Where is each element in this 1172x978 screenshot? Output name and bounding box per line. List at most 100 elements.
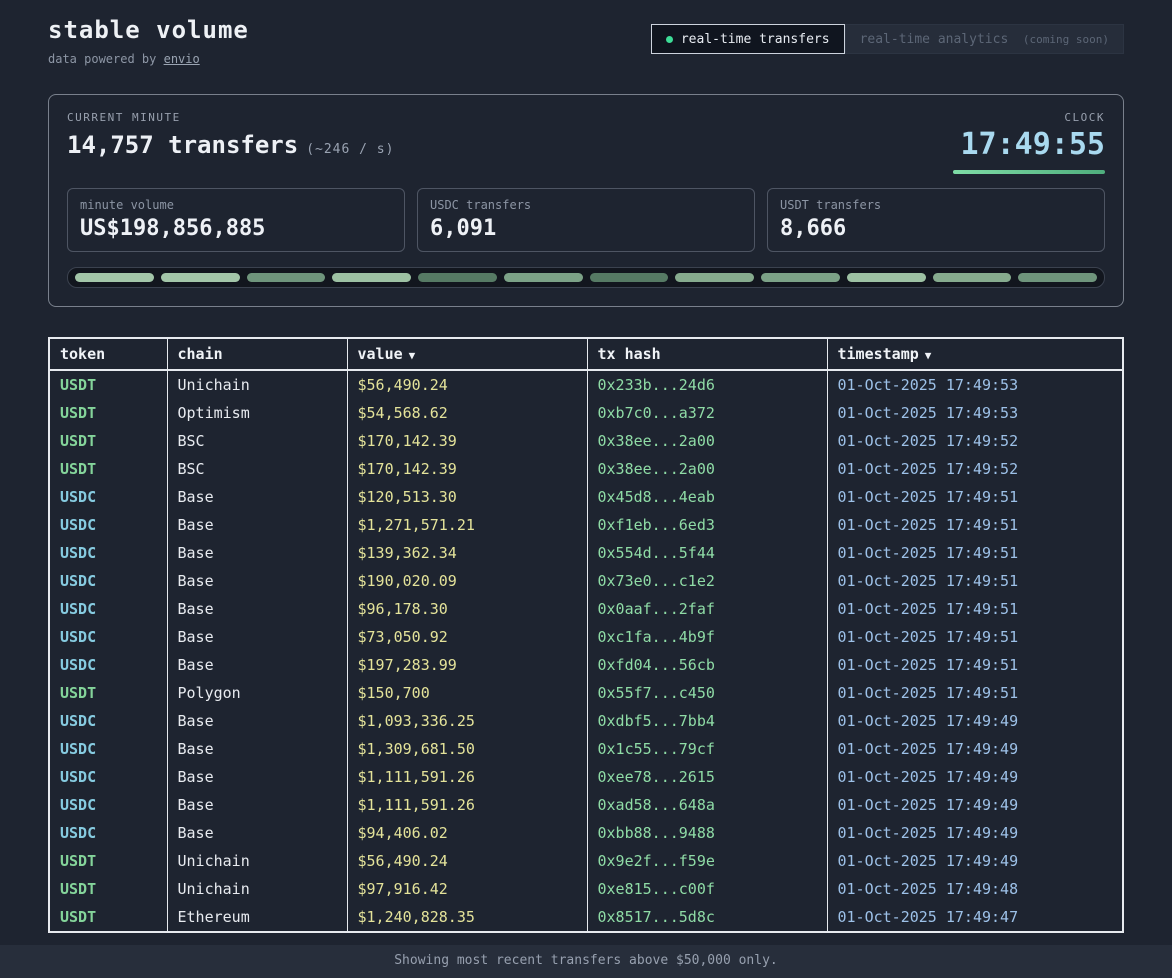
token-cell: USDC (49, 763, 167, 791)
chain-cell: Unichain (167, 847, 347, 875)
card-label: USDT transfers (780, 198, 1092, 212)
col-token: token (49, 338, 167, 370)
activity-segment (247, 273, 326, 282)
value-cell: $190,020.09 (347, 567, 587, 595)
clock-time: 17:49:55 (953, 128, 1105, 161)
col-tx-hash: tx hash (587, 338, 827, 370)
tx-hash-cell: 0x38ee...2a00 (587, 455, 827, 483)
tx-hash-cell: 0x73e0...c1e2 (587, 567, 827, 595)
token-cell: USDC (49, 707, 167, 735)
view-tabs: real-time transfersreal-time analytics (… (651, 24, 1124, 54)
table-row: USDCBase$1,111,591.260xee78...261501-Oct… (49, 763, 1123, 791)
timestamp-cell: 01-Oct-2025 17:49:48 (827, 875, 1123, 903)
chain-cell: Base (167, 735, 347, 763)
col-label: timestamp (838, 345, 919, 363)
token-cell: USDC (49, 595, 167, 623)
chain-cell: Base (167, 623, 347, 651)
envio-link[interactable]: envio (164, 52, 200, 66)
table-row: USDCBase$1,271,571.210xf1eb...6ed301-Oct… (49, 511, 1123, 539)
col-timestamp[interactable]: timestamp ▼ (827, 338, 1123, 370)
timestamp-cell: 01-Oct-2025 17:49:49 (827, 847, 1123, 875)
value-cell: $1,240,828.35 (347, 903, 587, 932)
value-cell: $1,093,336.25 (347, 707, 587, 735)
tx-hash-cell: 0xe815...c00f (587, 875, 827, 903)
col-label: tx hash (598, 345, 661, 363)
chain-cell: Optimism (167, 399, 347, 427)
value-cell: $1,111,591.26 (347, 763, 587, 791)
header-row: token chain value▼ tx hash timestamp ▼ (49, 338, 1123, 370)
timestamp-cell: 01-Oct-2025 17:49:51 (827, 651, 1123, 679)
token-cell: USDT (49, 427, 167, 455)
table-body: USDTUnichain$56,490.240x233b...24d601-Oc… (49, 370, 1123, 932)
table-row: USDCBase$94,406.020xbb88...948801-Oct-20… (49, 819, 1123, 847)
transfers-rate: (~246 / s) (306, 142, 394, 157)
timestamp-cell: 01-Oct-2025 17:49:49 (827, 791, 1123, 819)
chain-cell: Unichain (167, 370, 347, 399)
value-cell: $54,568.62 (347, 399, 587, 427)
chain-cell: BSC (167, 427, 347, 455)
token-cell: USDT (49, 399, 167, 427)
activity-segment (418, 273, 497, 282)
tx-hash-cell: 0xfd04...56cb (587, 651, 827, 679)
token-cell: USDT (49, 847, 167, 875)
timestamp-cell: 01-Oct-2025 17:49:51 (827, 511, 1123, 539)
value-cell: $73,050.92 (347, 623, 587, 651)
activity-segment (847, 273, 926, 282)
token-cell: USDT (49, 679, 167, 707)
table-row: USDCBase$190,020.090x73e0...c1e201-Oct-2… (49, 567, 1123, 595)
transfers-count-line: 14,757 transfers(~246 / s) (67, 131, 394, 159)
timestamp-cell: 01-Oct-2025 17:49:49 (827, 819, 1123, 847)
value-cell: $197,283.99 (347, 651, 587, 679)
timestamp-cell: 01-Oct-2025 17:49:51 (827, 595, 1123, 623)
chain-cell: Base (167, 791, 347, 819)
col-label: chain (178, 345, 223, 363)
timestamp-cell: 01-Oct-2025 17:49:51 (827, 483, 1123, 511)
table-row: USDCBase$1,093,336.250xdbf5...7bb401-Oct… (49, 707, 1123, 735)
timestamp-cell: 01-Oct-2025 17:49:49 (827, 707, 1123, 735)
card-label: minute volume (80, 198, 392, 212)
col-value[interactable]: value▼ (347, 338, 587, 370)
value-cell: $94,406.02 (347, 819, 587, 847)
col-label: value (358, 345, 403, 363)
table-row: USDCBase$197,283.990xfd04...56cb01-Oct-2… (49, 651, 1123, 679)
timestamp-cell: 01-Oct-2025 17:49:49 (827, 763, 1123, 791)
tx-hash-cell: 0x38ee...2a00 (587, 427, 827, 455)
tab-real-time-transfers[interactable]: real-time transfers (651, 24, 845, 54)
sort-arrow-icon: ▼ (925, 349, 932, 362)
powered-by: data powered by envio (48, 52, 249, 66)
current-minute-label: CURRENT MINUTE (67, 111, 394, 124)
table-row: USDTBSC$170,142.390x38ee...2a0001-Oct-20… (49, 427, 1123, 455)
chain-cell: Base (167, 707, 347, 735)
timestamp-cell: 01-Oct-2025 17:49:51 (827, 567, 1123, 595)
tx-hash-cell: 0x1c55...79cf (587, 735, 827, 763)
transfers-summary: CURRENT MINUTE 14,757 transfers(~246 / s… (67, 111, 394, 159)
token-cell: USDT (49, 903, 167, 932)
table-row: USDCBase$139,362.340x554d...5f4401-Oct-2… (49, 539, 1123, 567)
token-cell: USDC (49, 651, 167, 679)
top-bar: stable volume data powered by envio real… (48, 16, 1124, 66)
value-cell: $1,271,571.21 (347, 511, 587, 539)
minute-volume-card: minute volume US$198,856,885 (67, 188, 405, 252)
chain-cell: BSC (167, 455, 347, 483)
value-cell: $120,513.30 (347, 483, 587, 511)
token-cell: USDT (49, 875, 167, 903)
transfers-table: tokenchainvalue▼tx hashtimestamp▼ USDTUn… (48, 337, 1124, 933)
table-row: USDTEthereum$1,240,828.350x8517...5d8c01… (49, 903, 1123, 932)
table-row: USDCBase$73,050.920xc1fa...4b9f01-Oct-20… (49, 623, 1123, 651)
current-minute-panel: CURRENT MINUTE 14,757 transfers(~246 / s… (48, 94, 1124, 307)
token-cell: USDC (49, 511, 167, 539)
timestamp-cell: 01-Oct-2025 17:49:51 (827, 679, 1123, 707)
tx-hash-cell: 0x233b...24d6 (587, 370, 827, 399)
chain-cell: Base (167, 819, 347, 847)
value-cell: $150,700 (347, 679, 587, 707)
tx-hash-cell: 0x9e2f...f59e (587, 847, 827, 875)
token-cell: USDC (49, 483, 167, 511)
activity-segment (761, 273, 840, 282)
table-row: USDTUnichain$56,490.240x9e2f...f59e01-Oc… (49, 847, 1123, 875)
card-value: US$198,856,885 (80, 216, 392, 241)
token-cell: USDC (49, 791, 167, 819)
chain-cell: Base (167, 483, 347, 511)
tx-hash-cell: 0xad58...648a (587, 791, 827, 819)
tab-real-time-analytics[interactable]: real-time analytics (coming soon) (845, 24, 1124, 54)
value-cell: $96,178.30 (347, 595, 587, 623)
